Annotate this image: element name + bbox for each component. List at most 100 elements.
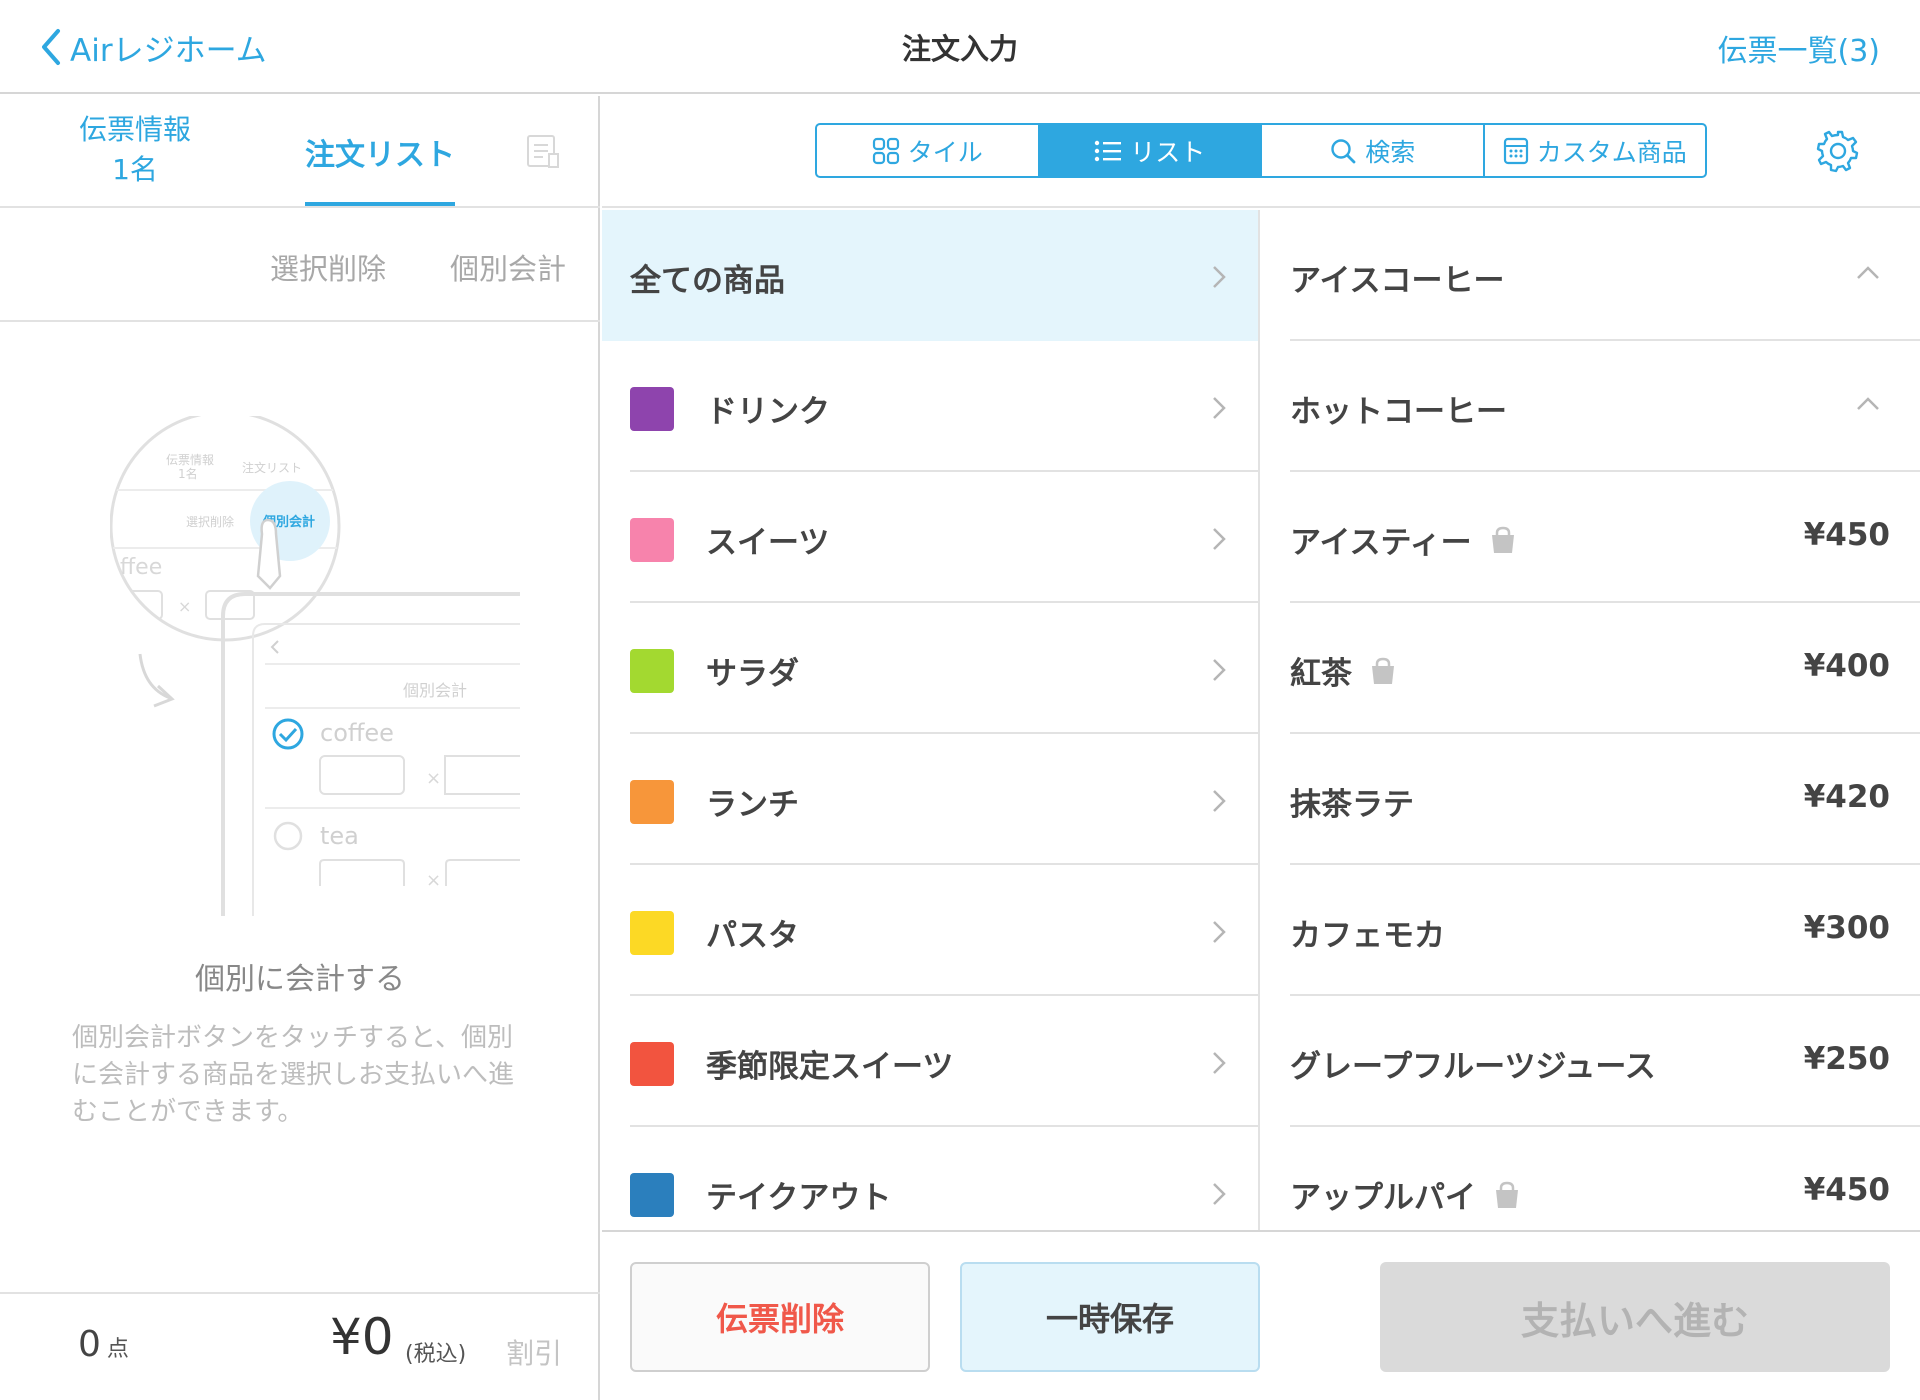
split-pay-button[interactable]: 個別会計 bbox=[450, 246, 566, 288]
category-seasonal-sweets[interactable]: 季節限定スイーツ bbox=[602, 996, 1258, 1127]
product-name: アイスコーヒー bbox=[1290, 263, 1505, 299]
product-group-hot-coffee[interactable]: ホットコーヒー bbox=[1290, 341, 1920, 472]
chevron-right-icon bbox=[1213, 921, 1226, 943]
item-count: 0点 bbox=[78, 1324, 129, 1365]
category-lunch[interactable]: ランチ bbox=[602, 734, 1258, 865]
product-item[interactable]: グレープフルーツジュース ¥250 bbox=[1290, 996, 1920, 1127]
view-search-button[interactable]: 検索 bbox=[1262, 125, 1485, 176]
product-name: グレープフルーツジュース bbox=[1290, 1049, 1656, 1085]
category-label: ドリンク bbox=[706, 394, 830, 430]
category-color-swatch bbox=[630, 780, 674, 824]
illus-tab-guests: 1名 bbox=[178, 466, 198, 481]
slip-list-link[interactable]: 伝票一覧(3) bbox=[1718, 26, 1881, 70]
category-sweets[interactable]: スイーツ bbox=[602, 472, 1258, 603]
product-price: ¥300 bbox=[1803, 910, 1890, 946]
category-label: 全ての商品 bbox=[630, 263, 785, 299]
chevron-up-icon bbox=[1857, 266, 1879, 279]
order-panel: 伝票情報 1名 注文リスト 選択削除 個別会計 伝票情報 1名 注文リスト 選択… bbox=[0, 96, 600, 1400]
view-toolbar: タイル リスト 検索 カスタム商品 bbox=[602, 96, 1920, 208]
product-name: カフェモカ bbox=[1290, 918, 1445, 954]
category-color-swatch bbox=[630, 387, 674, 431]
product-item[interactable]: カフェモカ ¥300 bbox=[1290, 865, 1920, 996]
illus-item-tea: tea bbox=[320, 822, 359, 850]
illus-screen-split: 個別会計 bbox=[403, 681, 467, 700]
product-group-iced-coffee[interactable]: アイスコーヒー bbox=[1290, 210, 1920, 341]
delete-selected-button[interactable]: 選択削除 bbox=[270, 246, 386, 288]
illus-times-3: × bbox=[426, 870, 441, 891]
product-list: アイスコーヒー ホットコーヒー アイスティー ¥450 紅茶 ¥400 抹茶ラテ… bbox=[1262, 210, 1920, 1230]
product-name: ホットコーヒー bbox=[1290, 394, 1507, 430]
item-count-value: 0 bbox=[78, 1324, 101, 1365]
chevron-right-icon bbox=[1213, 659, 1226, 681]
view-tile-button[interactable]: タイル bbox=[817, 125, 1040, 176]
takeout-bag-icon bbox=[1372, 657, 1394, 684]
product-name: 抹茶ラテ bbox=[1290, 787, 1414, 823]
view-tile-label: タイル bbox=[907, 137, 983, 167]
illus-times-2: × bbox=[426, 768, 441, 789]
tab-slip-info-guests: 1名 bbox=[112, 153, 158, 186]
page-title: 注文入力 bbox=[901, 32, 1018, 66]
gear-icon[interactable] bbox=[1815, 128, 1861, 174]
chevron-up-icon bbox=[1857, 397, 1879, 410]
product-item[interactable]: アップルパイ ¥450 bbox=[1290, 1127, 1920, 1230]
product-name: アップルパイ bbox=[1290, 1180, 1476, 1216]
hold-button[interactable]: 一時保存 bbox=[960, 1262, 1260, 1372]
category-label: テイクアウト bbox=[706, 1180, 892, 1216]
product-item[interactable]: 紅茶 ¥400 bbox=[1290, 603, 1920, 734]
product-price: ¥450 bbox=[1803, 1172, 1890, 1208]
empty-state-description: 個別会計ボタンをタッチすると、個別に会計する商品を選択しお支払いへ進むことができ… bbox=[72, 1023, 515, 1127]
category-label: 季節限定スイーツ bbox=[706, 1049, 954, 1085]
chevron-right-icon bbox=[1213, 528, 1226, 550]
product-price: ¥400 bbox=[1803, 648, 1890, 684]
category-color-swatch bbox=[630, 1173, 674, 1217]
view-custom-label: カスタム商品 bbox=[1536, 137, 1687, 167]
category-label: サラダ bbox=[706, 656, 799, 692]
tab-order-list[interactable]: 注文リスト bbox=[305, 130, 455, 174]
product-item[interactable]: 抹茶ラテ ¥420 bbox=[1290, 734, 1920, 865]
tile-icon bbox=[872, 137, 899, 164]
chevron-right-icon bbox=[1213, 1052, 1226, 1074]
product-label: アイスコーヒー bbox=[1290, 255, 1505, 300]
split-pay-illustration: 伝票情報 1名 注文リスト 選択削除 個別会計 ffee × 個別会計 coff… bbox=[110, 416, 520, 916]
view-custom-button[interactable]: カスタム商品 bbox=[1485, 125, 1706, 176]
chevron-right-icon bbox=[1213, 1183, 1226, 1205]
list-icon bbox=[1095, 140, 1122, 161]
product-label: 紅茶 bbox=[1290, 648, 1398, 693]
category-drink[interactable]: ドリンク bbox=[602, 341, 1258, 472]
view-list-button[interactable]: リスト bbox=[1039, 125, 1262, 176]
illus-item-partial: ffee bbox=[120, 555, 162, 580]
product-label: アイスティー bbox=[1290, 517, 1518, 562]
illus-delete: 選択削除 bbox=[186, 514, 234, 529]
view-list-label: リスト bbox=[1130, 137, 1206, 167]
delete-slip-button[interactable]: 伝票削除 bbox=[630, 1262, 930, 1372]
discount-button[interactable]: 割引 bbox=[506, 1332, 562, 1372]
category-pasta[interactable]: パスタ bbox=[602, 865, 1258, 996]
order-actions: 選択削除 個別会計 bbox=[0, 208, 600, 322]
category-color-swatch bbox=[630, 911, 674, 955]
tab-slip-info[interactable]: 伝票情報 1名 bbox=[60, 110, 210, 190]
tab-slip-info-label: 伝票情報 bbox=[78, 113, 191, 146]
product-label: 抹茶ラテ bbox=[1290, 779, 1414, 824]
product-name: アイスティー bbox=[1290, 525, 1472, 561]
product-item[interactable]: アイスティー ¥450 bbox=[1290, 472, 1920, 603]
empty-state-title: 個別に会計する bbox=[195, 962, 405, 997]
category-color-swatch bbox=[630, 1042, 674, 1086]
product-label: グレープフルーツジュース bbox=[1290, 1041, 1656, 1086]
product-label: ホットコーヒー bbox=[1290, 386, 1507, 431]
left-tab-bar: 伝票情報 1名 注文リスト bbox=[0, 96, 600, 208]
calculator-icon bbox=[1503, 137, 1528, 164]
order-summary-footer: 0点 ¥0 (税込) 割引 bbox=[0, 1292, 600, 1400]
chevron-right-icon bbox=[1213, 266, 1226, 288]
illus-tab-order: 注文リスト bbox=[242, 460, 302, 475]
order-total: ¥0 bbox=[330, 1308, 394, 1366]
illus-tab-info: 伝票情報 bbox=[166, 453, 214, 467]
category-all[interactable]: 全ての商品 bbox=[602, 210, 1258, 341]
category-takeout[interactable]: テイクアウト bbox=[602, 1127, 1258, 1230]
takeout-bag-icon bbox=[1496, 1181, 1518, 1208]
proceed-to-payment-button[interactable]: 支払いへ進む bbox=[1380, 1262, 1890, 1372]
document-icon[interactable] bbox=[525, 134, 561, 170]
product-price: ¥450 bbox=[1803, 517, 1890, 553]
active-tab-indicator bbox=[305, 202, 455, 206]
category-color-swatch bbox=[630, 649, 674, 693]
category-salad[interactable]: サラダ bbox=[602, 603, 1258, 734]
